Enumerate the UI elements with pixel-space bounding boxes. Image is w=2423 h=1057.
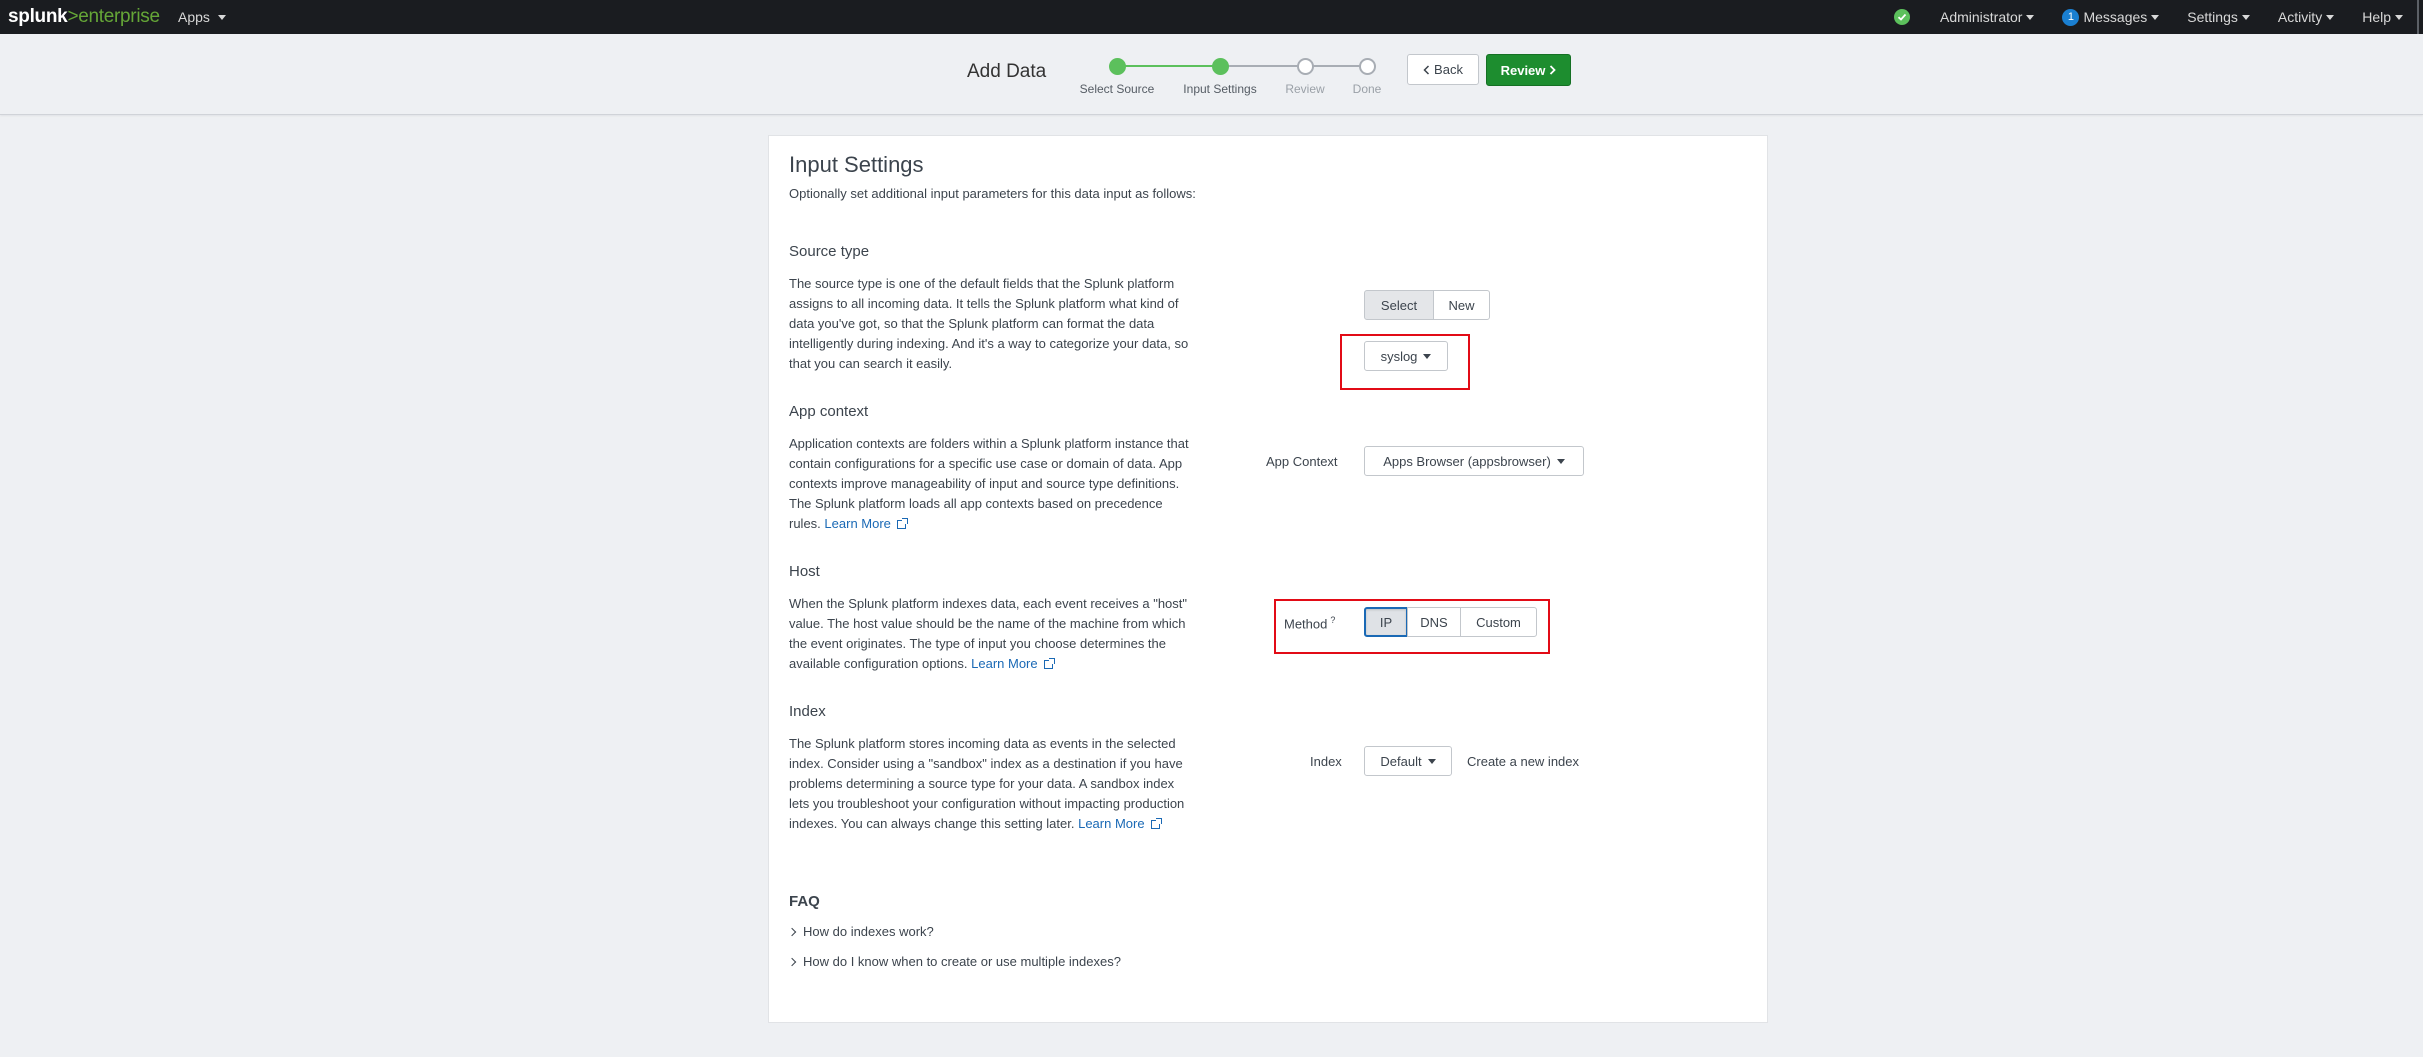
settings-menu-label: Settings <box>2187 9 2238 25</box>
help-menu[interactable]: Help <box>2348 0 2417 34</box>
step-dot-done <box>1359 58 1376 75</box>
external-link-icon <box>1043 658 1055 669</box>
index-label: Index <box>1310 754 1342 769</box>
learn-more-label: Learn More <box>1078 816 1145 831</box>
chevron-down-icon <box>2395 14 2403 20</box>
step-label-review: Review <box>1285 82 1325 96</box>
app-context-value: Apps Browser (appsbrowser) <box>1383 453 1551 469</box>
source-type-heading: Source type <box>789 243 870 260</box>
step-connector-todo <box>1220 65 1365 67</box>
source-type-description: The source type is one of the default fi… <box>789 276 1189 371</box>
chevron-down-icon <box>2151 14 2160 20</box>
faq-item-label: How do indexes work? <box>803 924 934 939</box>
messages-count-badge: 1 <box>2062 8 2080 26</box>
back-button[interactable]: Back <box>1407 54 1479 85</box>
host-method-custom-toggle[interactable]: Custom <box>1460 607 1537 637</box>
faq-heading: FAQ <box>789 893 820 910</box>
panel-subtitle: Optionally set additional input paramete… <box>789 186 1196 201</box>
source-type-select-toggle[interactable]: Select <box>1364 290 1434 320</box>
help-menu-label: Help <box>2362 9 2391 25</box>
faq-item[interactable]: How do I know when to create or use mult… <box>787 954 1121 969</box>
add-data-wizard-header: Add Data Select Source Input Settings Re… <box>0 34 2423 115</box>
faq-item-label: How do I know when to create or use mult… <box>803 954 1121 969</box>
chevron-left-icon <box>1423 64 1430 75</box>
index-heading: Index <box>789 703 826 720</box>
external-link-icon <box>1150 818 1162 829</box>
chevron-down-icon <box>1427 758 1436 764</box>
app-context-label: App Context <box>1266 454 1338 469</box>
apps-menu-label: Apps <box>178 9 210 25</box>
activity-menu-label: Activity <box>2277 9 2323 25</box>
step-dot-review <box>1297 58 1314 75</box>
source-type-new-toggle[interactable]: New <box>1433 290 1490 320</box>
nav-edge-divider <box>2417 0 2423 34</box>
app-context-heading: App context <box>789 403 869 420</box>
app-context-description: Application contexts are folders within … <box>789 434 1189 534</box>
review-button-label: Review <box>1500 62 1546 78</box>
source-type-value: syslog <box>1380 348 1418 364</box>
chevron-down-icon <box>2326 14 2335 20</box>
app-context-learn-more-link[interactable]: Learn More <box>824 516 908 531</box>
custom-toggle-label: Custom <box>1476 614 1521 630</box>
faq-item[interactable]: How do indexes work? <box>787 924 934 939</box>
create-new-index-link[interactable]: Create a new index <box>1467 754 1579 769</box>
dns-toggle-label: DNS <box>1420 614 1448 630</box>
chevron-right-icon <box>1550 65 1557 75</box>
administrator-menu[interactable]: Administrator <box>1926 0 2048 34</box>
chevron-right-icon <box>787 927 797 936</box>
select-toggle-label: Select <box>1380 297 1418 313</box>
method-label-text: Method <box>1284 616 1328 632</box>
logo-enterprise-text: enterprise <box>78 6 160 27</box>
host-method-dns-toggle[interactable]: DNS <box>1407 607 1461 637</box>
step-label-done: Done <box>1352 82 1382 96</box>
logo-splunk-text: splunk <box>8 6 68 27</box>
host-method-label: Method? <box>1284 615 1335 631</box>
health-ok-icon[interactable] <box>1893 9 1910 25</box>
top-nav-bar: splunk>enterprise Apps Administrator 1 M… <box>0 0 2423 34</box>
step-dot-select-source <box>1109 58 1126 75</box>
chevron-down-icon <box>1556 458 1565 464</box>
index-value: Default <box>1380 753 1422 769</box>
learn-more-label: Learn More <box>971 656 1038 671</box>
messages-menu[interactable]: 1 Messages <box>2048 0 2173 34</box>
host-method-ip-toggle[interactable]: IP <box>1364 607 1408 637</box>
step-connector-done <box>1117 65 1220 67</box>
logo-gt-text: > <box>67 6 79 27</box>
app-context-dropdown[interactable]: Apps Browser (appsbrowser) <box>1364 446 1584 476</box>
step-label-input-settings: Input Settings <box>1183 82 1257 96</box>
index-dropdown[interactable]: Default <box>1364 746 1452 776</box>
ip-toggle-label: IP <box>1379 614 1393 630</box>
help-icon[interactable]: ? <box>1330 615 1335 625</box>
learn-more-label: Learn More <box>824 516 891 531</box>
settings-menu[interactable]: Settings <box>2173 0 2264 34</box>
chevron-down-icon <box>1423 353 1432 359</box>
index-description: The Splunk platform stores incoming data… <box>789 734 1189 834</box>
host-learn-more-link[interactable]: Learn More <box>971 656 1055 671</box>
apps-menu[interactable]: Apps <box>178 9 226 25</box>
panel-title: Input Settings <box>789 152 924 177</box>
chevron-right-icon <box>787 957 797 966</box>
wizard-steps: Select Source Input Settings Review Done <box>1060 34 1410 115</box>
chevron-down-icon <box>217 14 226 20</box>
source-type-dropdown[interactable]: syslog <box>1364 341 1448 371</box>
nav-right-group: Administrator 1 Messages Settings Activi… <box>1893 0 2423 34</box>
step-dot-input-settings <box>1212 58 1229 75</box>
chevron-down-icon <box>2241 14 2250 20</box>
new-toggle-label: New <box>1448 297 1475 313</box>
administrator-menu-label: Administrator <box>1939 9 2023 25</box>
host-heading: Host <box>789 563 820 580</box>
back-button-label: Back <box>1434 62 1463 77</box>
index-learn-more-link[interactable]: Learn More <box>1078 816 1162 831</box>
page-title: Add Data <box>967 61 1047 82</box>
review-button[interactable]: Review <box>1486 54 1571 86</box>
external-link-icon <box>896 518 908 529</box>
input-settings-panel: Input Settings Optionally set additional… <box>768 135 1768 1023</box>
splunk-logo[interactable]: splunk>enterprise <box>8 7 160 26</box>
messages-menu-label: Messages <box>2083 9 2148 25</box>
step-label-select-source: Select Source <box>1079 82 1155 96</box>
activity-menu[interactable]: Activity <box>2264 0 2348 34</box>
host-description: When the Splunk platform indexes data, e… <box>789 594 1189 674</box>
chevron-down-icon <box>2026 14 2035 20</box>
